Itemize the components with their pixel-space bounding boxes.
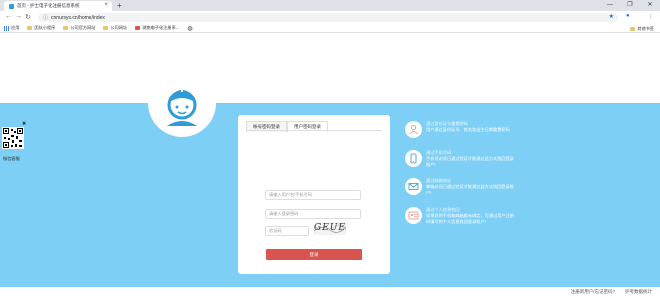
- mail-icon: [405, 178, 422, 195]
- bookmark-label: 公司网址: [110, 25, 128, 30]
- back-icon[interactable]: ←: [5, 13, 12, 20]
- favicon-icon: [9, 3, 14, 9]
- feature-desc: 邮箱必须已通过验证才能通过此方式找回登录账户!: [426, 184, 514, 195]
- browser-tab-bar: 首页 - 护士电子化注册信息系统 × + — ❐ ✕: [0, 0, 660, 11]
- captcha-input[interactable]: 验证码: [265, 226, 309, 236]
- globe-icon[interactable]: ◍: [187, 25, 192, 32]
- feature-desc: 用户通过身份证号、姓名和出生日期重置密码: [426, 127, 510, 132]
- bookmark-item[interactable]: 团队小程序: [27, 25, 55, 31]
- bookmark-star-icon[interactable]: ★: [609, 13, 614, 20]
- info-icon[interactable]: ⓘ: [43, 14, 48, 21]
- password-input[interactable]: 请输入登录密码: [265, 209, 361, 219]
- page-subtitle: （个人版）: [359, 95, 382, 100]
- feature-reset-by-email[interactable]: 通过邮箱地址 邮箱必须已通过验证才能通过此方式找回登录账户!: [405, 178, 515, 202]
- profile-icon[interactable]: ●: [626, 13, 630, 19]
- nurse-icon: [167, 86, 197, 126]
- feature-reset-by-phone[interactable]: 通过手机号码 手机号必须已通过验证才能通过此方式找回登录账户!: [405, 150, 515, 174]
- feature-desc: 手机号必须已通过验证才能通过此方式找回登录账户!: [426, 156, 514, 167]
- new-tab-button[interactable]: +: [117, 1, 122, 10]
- reload-icon[interactable]: ↻: [25, 13, 31, 21]
- person-icon: [405, 121, 422, 138]
- nurse-logo: [148, 69, 216, 137]
- menu-icon[interactable]: ⋮: [648, 13, 654, 20]
- bookmark-apps[interactable]: 应用: [4, 25, 19, 31]
- apps-icon: [4, 25, 9, 31]
- restore-button[interactable]: ❐: [620, 0, 640, 11]
- bookmark-label: 团队小程序: [34, 25, 56, 30]
- bookmark-item[interactable]: 湖南电子化注册系...: [135, 25, 179, 31]
- other-bookmarks[interactable]: 其他书签: [630, 26, 654, 32]
- id-card-icon: [405, 207, 422, 224]
- url-text: cnnursys.cn/home/index: [51, 14, 105, 21]
- tab-title: 首页 - 护士电子化注册信息系统: [17, 3, 80, 8]
- minimize-button[interactable]: —: [600, 0, 620, 11]
- feature-reset-by-id[interactable]: 通过身份证号重置密码 用户通过身份证号、姓名和出生日期重置密码: [405, 121, 515, 145]
- feature-desc: 如果您的手机和邮箱都未绑定，可通过用户注册时填写的个人信息找回登录账户!: [426, 213, 514, 224]
- tab-divider: [246, 130, 382, 131]
- other-bookmarks-label: 其他书签: [637, 26, 654, 31]
- feature-reset-by-info[interactable]: 通过个人信息找回 如果您的手机和邮箱都未绑定，可通过用户注册时填写的个人信息找回…: [405, 207, 515, 231]
- bookmark-item[interactable]: 公司官方网站: [63, 25, 95, 31]
- footer: 注册新用户/忘记密码? 护考数据统计: [0, 287, 660, 297]
- qr-label: 微信客服: [3, 156, 20, 161]
- folder-icon: [103, 26, 109, 30]
- folder-icon: [27, 26, 33, 30]
- bookmark-label: 湖南电子化注册系...: [142, 25, 180, 30]
- page-title: 护士电子化注册信息系统: [232, 90, 368, 104]
- window-controls: — ❐ ✕: [600, 0, 660, 11]
- username-input[interactable]: 请输入用户名/手机号码: [265, 190, 361, 200]
- close-window-button[interactable]: ✕: [640, 0, 660, 11]
- address-bar-row: ← → ↻ ⓘ cnnursys.cn/home/index ★ ● ⋮: [0, 11, 660, 24]
- captcha-text: GEUE: [314, 223, 346, 233]
- register-link[interactable]: 注册新用户/忘记密码?: [571, 289, 615, 295]
- bookmark-label: 公司官方网站: [70, 25, 96, 30]
- login-card: 帐号密码登录 用户密码登录 请输入用户名/手机号码 请输入登录密码 验证码 GE…: [238, 115, 390, 274]
- forward-icon[interactable]: →: [15, 13, 22, 20]
- stats-link[interactable]: 护考数据统计: [625, 289, 652, 295]
- url-field[interactable]: ⓘ cnnursys.cn/home/index ★: [38, 13, 618, 22]
- login-button[interactable]: 登录: [266, 249, 362, 260]
- folder-icon: [63, 26, 69, 30]
- tab-close-icon[interactable]: ×: [104, 2, 108, 8]
- folder-icon: [630, 27, 636, 31]
- phone-icon: [405, 150, 422, 167]
- bookmark-item[interactable]: 公司网址: [103, 25, 127, 31]
- bookmark-label: 应用: [11, 25, 20, 30]
- folder-icon: [135, 26, 141, 30]
- qr-code: [2, 127, 24, 149]
- bookmarks-bar: 应用 团队小程序 公司官方网站 公司网址 湖南电子化注册系... ◍ 其他书签: [0, 24, 660, 33]
- qr-close-icon[interactable]: ✖: [22, 121, 26, 127]
- page-content: 护士电子化注册信息系统 （个人版） ✖ 微信客服 帐号密码登录 用户密码登录 请…: [0, 33, 660, 297]
- browser-tab[interactable]: 首页 - 护士电子化注册信息系统 ×: [4, 1, 112, 11]
- captcha-image[interactable]: GEUE: [314, 222, 346, 235]
